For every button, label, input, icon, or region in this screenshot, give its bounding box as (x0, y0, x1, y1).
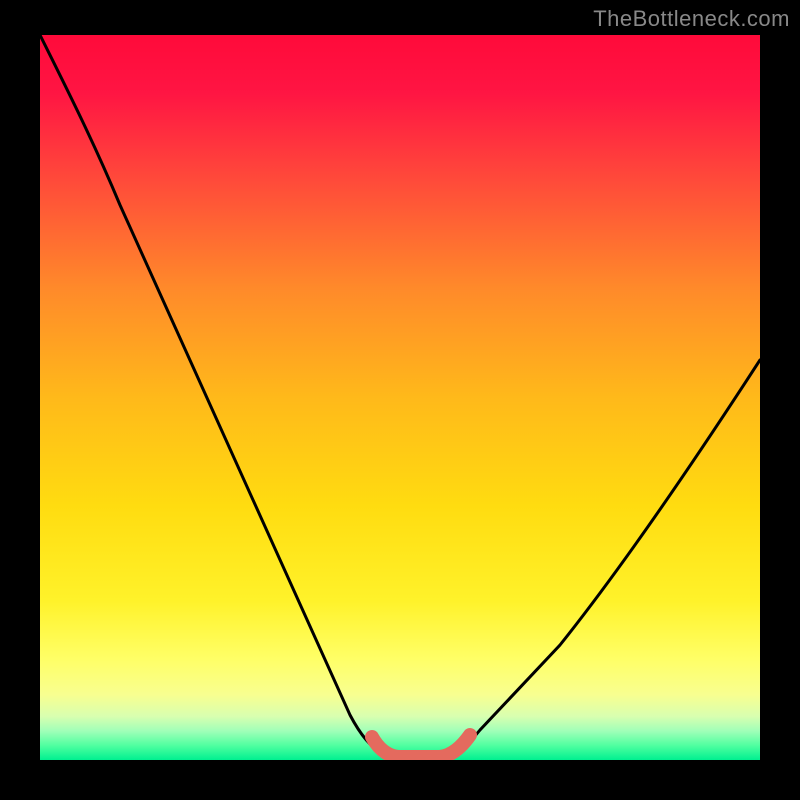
plot-area (40, 35, 760, 760)
bottleneck-curve (40, 35, 760, 757)
chart-curve-layer (40, 35, 760, 760)
chart-container: TheBottleneck.com (0, 0, 800, 800)
watermark-text: TheBottleneck.com (593, 6, 790, 32)
trough-marker (372, 735, 470, 757)
